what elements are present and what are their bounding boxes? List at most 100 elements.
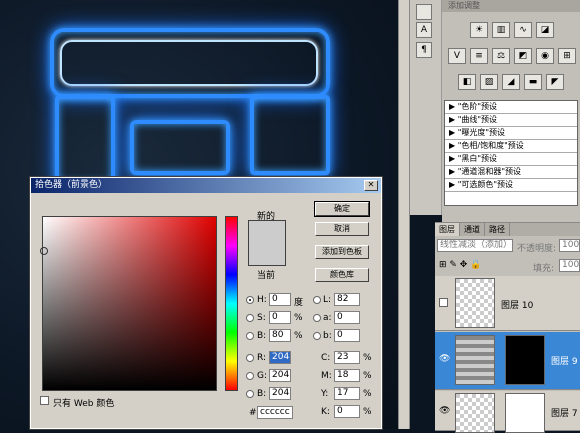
opacity-label: 不透明度: (517, 244, 557, 254)
paragraph-icon[interactable]: ¶ (416, 42, 432, 58)
fill-input[interactable]: 100% (559, 259, 580, 272)
threshold-icon[interactable]: ◢ (502, 74, 520, 90)
hue-label: H: (257, 295, 267, 305)
opacity-input[interactable]: 100% (559, 239, 580, 252)
lock-icon[interactable]: ⊞ ✎ ✥ 🔒 (439, 258, 499, 274)
layer-name[interactable]: 图层 7 (551, 406, 578, 419)
blue-label: B: (257, 389, 267, 399)
lab-b-radio[interactable] (313, 332, 321, 340)
invert-icon[interactable]: ◧ (458, 74, 476, 90)
neon-letter-top-core (60, 40, 318, 86)
layer-row-selected[interactable]: 👁 图层 9 (435, 332, 580, 390)
hex-input[interactable]: cccccc (257, 406, 293, 419)
layer-thumbnail (455, 278, 495, 328)
tab-paths[interactable]: 路径 (485, 223, 510, 236)
color-field[interactable] (40, 216, 217, 391)
red-input[interactable]: 204 (269, 351, 291, 364)
layer-mask-thumbnail (505, 393, 545, 433)
cyan-input[interactable]: 23 (334, 351, 360, 364)
channel-mixer-icon[interactable]: ⊞ (558, 48, 576, 64)
web-colors-checkbox[interactable] (40, 396, 49, 405)
lab-a-radio[interactable] (313, 314, 321, 322)
black-unit: % (363, 407, 372, 417)
history-icon[interactable] (416, 4, 432, 20)
layers-panel: 图层通道路径 线性减淡（添加） 不透明度: 100% 填充: 100% ⊞ ✎ … (435, 222, 580, 433)
tab-layers[interactable]: 图层 (435, 223, 460, 236)
magenta-input[interactable]: 18 (334, 369, 360, 382)
green-radio[interactable] (246, 372, 254, 380)
color-balance-icon[interactable]: ⚖ (492, 48, 510, 64)
lab-b-label: b: (323, 331, 332, 341)
hue-radio[interactable] (246, 296, 254, 304)
lab-l-radio[interactable] (313, 296, 321, 304)
eye-icon[interactable]: 👁 (439, 406, 450, 416)
preset-item-black-white[interactable]: ▶ "黑白"预设 (445, 153, 577, 166)
saturation-input[interactable]: 0 (269, 311, 291, 324)
current-color-label: 当前 (257, 271, 276, 281)
new-color-swatch (248, 220, 286, 266)
preset-item-hue-saturation[interactable]: ▶ "色相/饱和度"预设 (445, 140, 577, 153)
green-input[interactable]: 204 (269, 369, 291, 382)
curves-icon[interactable]: ∿ (514, 22, 532, 38)
levels-icon[interactable]: ▥ (492, 22, 510, 38)
panel-divider[interactable] (398, 0, 410, 429)
black-label: K: (321, 407, 330, 417)
yellow-unit: % (363, 389, 372, 399)
exposure-icon[interactable]: ◪ (536, 22, 554, 38)
preset-item-channel-mixer[interactable]: ▶ "通道混和器"预设 (445, 166, 577, 179)
brightness-label: B: (257, 331, 267, 341)
hue-input[interactable]: 0 (269, 293, 291, 306)
preset-item-selective-color[interactable]: ▶ "可选颜色"预设 (445, 179, 577, 192)
layer-thumbnail (455, 335, 495, 385)
layer-row[interactable]: 👁 图层 7 (435, 391, 580, 433)
neon-letter-mid (130, 120, 230, 175)
brightness-icon[interactable]: ☀ (470, 22, 488, 38)
preset-item-exposure[interactable]: ▶ "曝光度"预设 (445, 127, 577, 140)
blue-input[interactable]: 204 (269, 387, 291, 400)
layer-row[interactable]: 图层 10 (435, 276, 580, 331)
black-white-icon[interactable]: ◩ (514, 48, 532, 64)
gradient-map-icon[interactable]: ▬ (524, 74, 542, 90)
fill-label: 填充: (533, 264, 555, 274)
vibrance-icon[interactable]: V (448, 48, 466, 64)
eye-icon[interactable]: 👁 (439, 354, 450, 364)
black-input[interactable]: 0 (334, 405, 360, 418)
brightness-radio[interactable] (246, 332, 254, 340)
layer-mask-thumbnail (505, 335, 545, 385)
panel-dock-icons: A ¶ (410, 0, 442, 215)
preset-item-levels[interactable]: ▶ "色阶"预设 (445, 101, 577, 114)
yellow-input[interactable]: 17 (334, 387, 360, 400)
photo-filter-icon[interactable]: ◉ (536, 48, 554, 64)
lab-a-input[interactable]: 0 (334, 311, 360, 324)
hue-slider[interactable] (225, 216, 238, 391)
posterize-icon[interactable]: ▨ (480, 74, 498, 90)
color-libraries-button[interactable]: 颜色库 (315, 268, 369, 282)
blue-radio[interactable] (246, 390, 254, 398)
layer-thumbnail (455, 393, 495, 433)
brightness-unit: % (294, 331, 303, 341)
selective-color-icon[interactable]: ◤ (546, 74, 564, 90)
preset-item-curves[interactable]: ▶ "曲线"预设 (445, 114, 577, 127)
tab-channels[interactable]: 通道 (460, 223, 485, 236)
green-label: G: (257, 371, 268, 381)
hue-saturation-icon[interactable]: ≡ (470, 48, 488, 64)
red-radio[interactable] (246, 354, 254, 362)
magenta-unit: % (363, 371, 372, 381)
dialog-titlebar[interactable]: 拾色器（前景色） ✕ (31, 178, 381, 193)
character-icon[interactable]: A (416, 22, 432, 38)
layer-name[interactable]: 图层 10 (501, 298, 533, 311)
cancel-button[interactable]: 取消 (315, 222, 369, 236)
blend-mode-select[interactable]: 线性减淡（添加） (437, 239, 513, 252)
close-icon[interactable]: ✕ (364, 180, 378, 191)
cyan-label: C: (321, 353, 331, 363)
visibility-toggle[interactable] (439, 298, 448, 307)
add-to-swatches-button[interactable]: 添加到色板 (315, 245, 369, 259)
lab-l-input[interactable]: 82 (334, 293, 360, 306)
lab-b-input[interactable]: 0 (334, 329, 360, 342)
layer-name[interactable]: 图层 9 (551, 354, 578, 367)
color-field-handle[interactable] (40, 247, 48, 255)
saturation-radio[interactable] (246, 314, 254, 322)
brightness-input[interactable]: 80 (269, 329, 291, 342)
ok-button[interactable]: 确定 (314, 201, 370, 217)
adjustment-presets-list: ▶ "色阶"预设 ▶ "曲线"预设 ▶ "曝光度"预设 ▶ "色相/饱和度"预设… (444, 100, 578, 206)
